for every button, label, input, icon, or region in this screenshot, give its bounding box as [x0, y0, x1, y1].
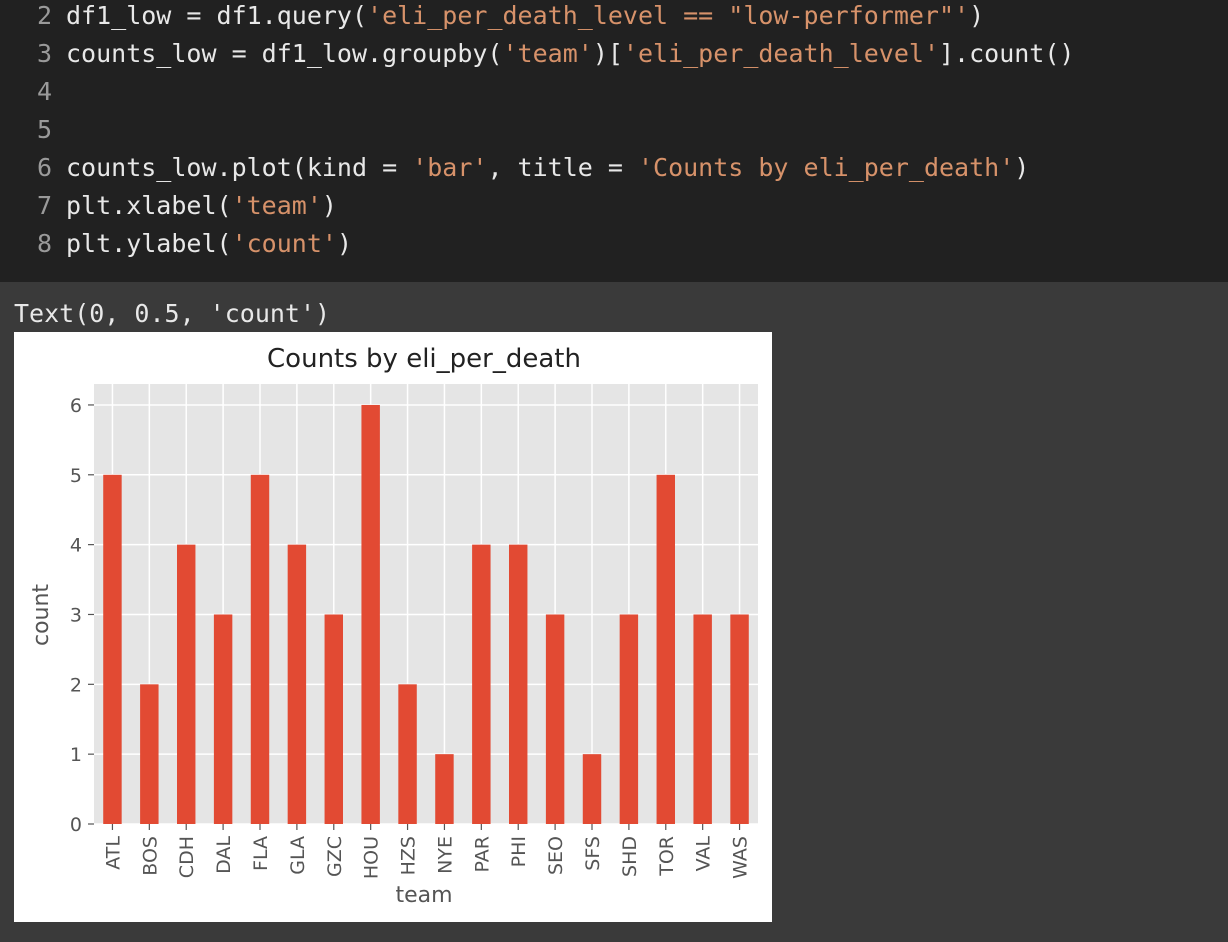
bar-atl	[103, 474, 122, 824]
bar-was	[730, 614, 749, 824]
x-tick-label: NYE	[434, 836, 456, 874]
y-tick-label: 1	[70, 744, 82, 766]
x-tick-label: TOR	[656, 836, 678, 877]
code-token: )	[321, 191, 337, 220]
code-line[interactable]: 2 df1_low = df1.query('eli_per_death_leve…	[0, 0, 984, 35]
bar-sfs	[582, 754, 602, 824]
code-cell[interactable]: 2 df1_low = df1.query('eli_per_death_leve…	[0, 0, 1228, 282]
bar-gzc	[324, 614, 343, 824]
y-tick-label: 5	[70, 465, 82, 487]
code-token: counts_low.plot(kind =	[66, 153, 413, 182]
code-token: df1_low = df1.query(	[66, 1, 368, 30]
code-line[interactable]: 8 plt.ylabel('count')	[0, 225, 352, 263]
plot-area: 0 1 2 3 4 5 6 ATL BOS CDH DAL FLA GLA GZC HOU HZS NYE PAR…	[70, 384, 758, 879]
x-tick-label: WAS	[730, 836, 752, 879]
x-tick-label: CDH	[176, 836, 198, 878]
x-tick-label: VAL	[693, 836, 715, 872]
code-token: plt.xlabel(	[66, 191, 232, 220]
string-literal: 'eli_per_death_level'	[622, 39, 939, 68]
string-literal: 'count'	[231, 229, 337, 258]
output-text: Text(0, 0.5, 'count')	[14, 299, 331, 328]
code-token: )	[969, 1, 985, 30]
bar-bos	[140, 684, 159, 824]
bar-chart: Counts by eli_per_death 0 1 2 3 4 5 6 ATL BOS CDH…	[14, 332, 772, 922]
string-literal: 'Counts by eli_per_death'	[637, 153, 1015, 182]
x-tick-label: PAR	[471, 836, 493, 872]
code-token: plt.ylabel(	[66, 229, 232, 258]
y-tick-label: 3	[70, 604, 82, 626]
bar-par	[472, 544, 491, 824]
line-number: 8	[36, 229, 52, 258]
x-tick-label: FLA	[250, 836, 272, 871]
y-tick-label: 6	[70, 395, 82, 417]
x-tick-label: HZS	[398, 836, 420, 875]
bar-hou	[361, 404, 380, 824]
bar-phi	[509, 544, 528, 824]
x-tick-label: GZC	[324, 836, 346, 877]
line-number: 5	[36, 115, 52, 144]
y-tick-label: 4	[70, 535, 82, 557]
line-number: 2	[36, 1, 52, 30]
bar-val	[693, 614, 712, 824]
bar-hzs	[398, 684, 417, 824]
line-number: 3	[36, 39, 52, 68]
bar-fla	[250, 474, 270, 824]
bar-cdh	[177, 544, 196, 824]
chart-title: Counts by eli_per_death	[267, 344, 581, 374]
x-tick-label: SEO	[545, 836, 567, 875]
code-token: counts_low = df1_low.groupby(	[66, 39, 503, 68]
code-token: )[	[592, 39, 623, 68]
output-area: Text(0, 0.5, 'count') Counts by eli_per_…	[0, 282, 1228, 942]
bar-gla	[287, 544, 307, 824]
string-literal: 'eli_per_death_level == "low-performer"'	[367, 1, 970, 30]
string-literal: 'bar'	[412, 153, 488, 182]
y-axis-label: count	[29, 584, 54, 646]
y-tick-label: 0	[70, 814, 82, 836]
x-tick-label: PHI	[508, 836, 530, 867]
code-line[interactable]: 6 counts_low.plot(kind = 'bar', title = '…	[0, 149, 1029, 187]
chart-svg: Counts by eli_per_death 0 1 2 3 4 5 6 ATL BOS CDH…	[29, 344, 758, 908]
line-number: 7	[36, 191, 52, 220]
code-line[interactable]: 4	[0, 73, 66, 111]
x-tick-label: SHD	[619, 836, 641, 877]
code-token: , title =	[487, 153, 638, 182]
bar-seo	[545, 614, 565, 824]
x-tick-label: HOU	[361, 836, 383, 879]
bar-tor	[656, 474, 675, 824]
string-literal: 'team'	[502, 39, 593, 68]
x-axis-label: team	[395, 883, 452, 908]
code-line[interactable]: 5	[0, 111, 66, 149]
line-number: 6	[36, 153, 52, 182]
string-literal: 'team'	[231, 191, 322, 220]
code-token: )	[1014, 153, 1030, 182]
x-tick-label: ATL	[102, 836, 124, 870]
bar-shd	[619, 614, 639, 824]
bar-dal	[213, 614, 233, 824]
code-token: )	[336, 229, 352, 258]
x-tick-label: BOS	[139, 836, 161, 876]
code-token: ].count()	[939, 39, 1075, 68]
line-number: 4	[36, 77, 52, 106]
x-tick-label: SFS	[582, 836, 604, 871]
bar-nye	[435, 754, 454, 824]
y-tick-label: 2	[70, 674, 82, 696]
code-line[interactable]: 3 counts_low = df1_low.groupby('team')['e…	[0, 35, 1075, 73]
x-tick-label: GLA	[287, 836, 309, 875]
x-tick-label: DAL	[213, 836, 235, 874]
code-line[interactable]: 7 plt.xlabel('team')	[0, 187, 337, 225]
